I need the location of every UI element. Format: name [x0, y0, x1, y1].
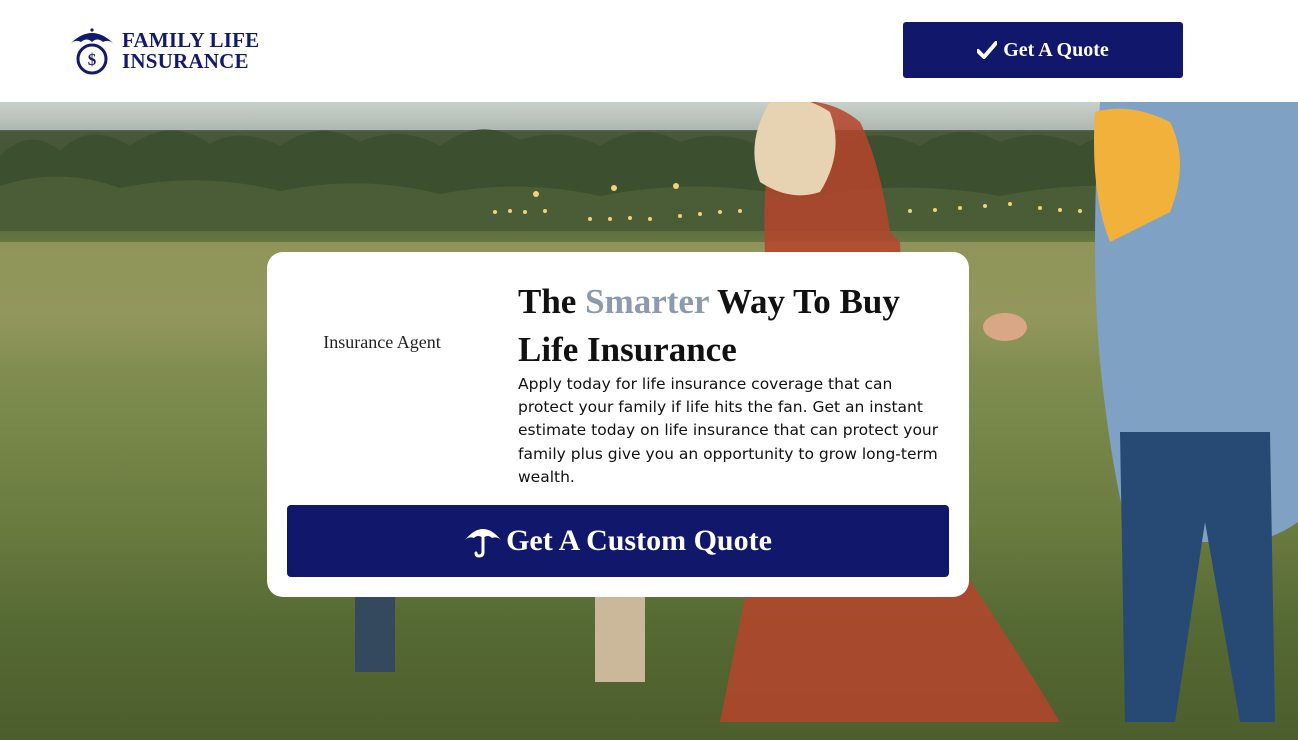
- brand-line-1: FAMILY LIFE: [122, 28, 260, 52]
- brand-line-2: INSURANCE: [122, 49, 249, 73]
- umbrella-dollar-icon: $: [70, 28, 114, 75]
- site-header: $ FAMILY LIFE INSURANCE Get A Quote: [0, 0, 1298, 102]
- headline-before: The: [518, 282, 586, 321]
- get-custom-quote-label: Get A Custom Quote: [506, 524, 772, 557]
- headline-accent: Smarter: [585, 282, 709, 321]
- svg-text:$: $: [88, 50, 97, 69]
- insurance-agent-image: Insurance Agent: [287, 282, 477, 402]
- insurance-agent-image-alt: Insurance Agent: [323, 331, 441, 352]
- hero-background-image: Insurance Agent The Smarter Way To Buy L…: [0, 102, 1298, 740]
- brand-name: FAMILY LIFE INSURANCE: [122, 30, 259, 72]
- get-quote-button[interactable]: Get A Quote: [903, 22, 1183, 78]
- hero-description: Apply today for life insurance coverage …: [518, 375, 939, 486]
- brand-logo[interactable]: $ FAMILY LIFE INSURANCE: [68, 24, 259, 78]
- umbrella-icon: [465, 529, 502, 558]
- check-icon: [977, 41, 998, 59]
- get-quote-label: Get A Quote: [1003, 38, 1109, 61]
- get-custom-quote-button[interactable]: Get A Custom Quote: [287, 505, 949, 577]
- hero-headline: The Smarter Way To Buy Life Insurance: [518, 278, 948, 374]
- hero-card: Insurance Agent The Smarter Way To Buy L…: [267, 252, 969, 597]
